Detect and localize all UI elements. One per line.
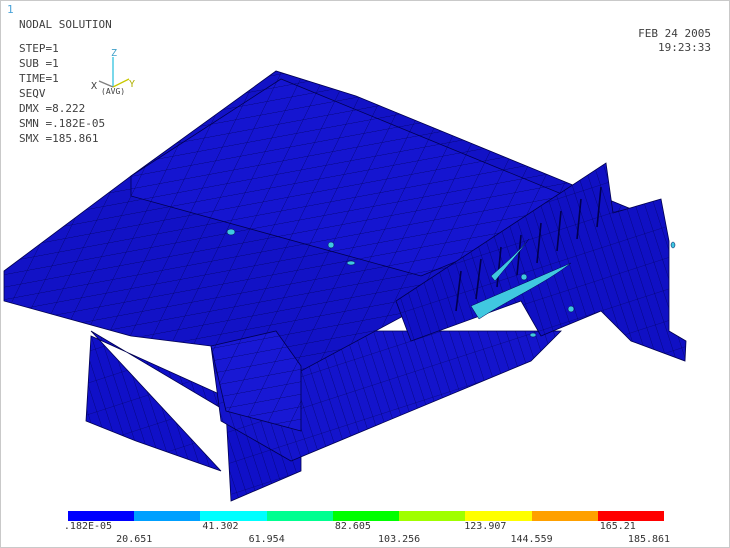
legend-swatch	[200, 511, 267, 521]
contour-legend-bar	[68, 511, 664, 521]
legend-top-label: 165.21	[599, 521, 636, 532]
legend-bottom-label: 20.651	[116, 534, 153, 545]
legend-swatch	[68, 511, 135, 521]
legend-swatch	[597, 511, 664, 521]
legend-swatch	[266, 511, 333, 521]
ansys-graphics-window: 1 NODAL SOLUTION STEP=1 SUB =1 TIME=1 SE…	[0, 0, 730, 548]
legend-bottom-label: 185.861	[627, 534, 671, 545]
triad-avg-label: (AVG)	[101, 87, 125, 95]
legend-bottom-label: 103.256	[378, 534, 421, 545]
legend-top-label: .182E-05	[63, 521, 113, 532]
triad-z-label: Z	[111, 48, 117, 59]
legend-top-label: 41.302	[202, 521, 239, 532]
legend-top-label: 123.907	[464, 521, 507, 532]
legend-swatch	[399, 511, 466, 521]
legend-top-label: 82.605	[334, 521, 371, 532]
legend-swatch	[332, 511, 400, 521]
legend-bottom-label: 61.954	[248, 534, 285, 545]
axis-triad: Z Y X (AVG)	[91, 48, 135, 95]
triad-x-label: X	[91, 81, 97, 92]
legend-swatch	[531, 511, 598, 521]
triad-y-label: Y	[129, 79, 135, 90]
legend-swatch	[465, 511, 532, 521]
legend-bottom-label: 144.559	[510, 534, 553, 545]
legend-swatch	[134, 511, 201, 521]
